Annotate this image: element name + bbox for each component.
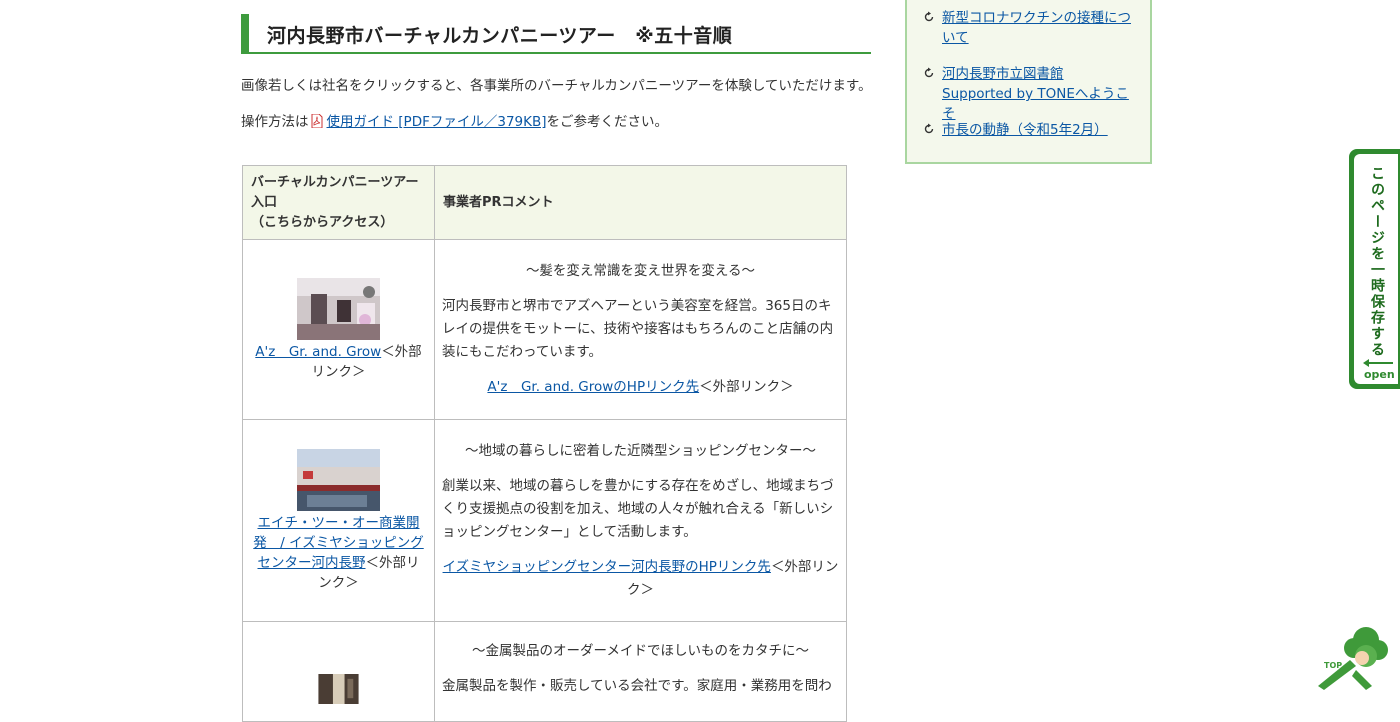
page-heading: 河内長野市バーチャルカンパニーツアー ※五十音順: [241, 14, 871, 54]
company-hp-link[interactable]: イズミヤショッピングセンター河内長野のHPリンク先: [443, 559, 771, 575]
circle-arrow-icon: [924, 67, 934, 78]
external-link-label: ＜外部リンク＞: [699, 379, 794, 395]
page-title: 河内長野市バーチャルカンパニーツアー ※五十音順: [267, 25, 733, 47]
guide-prefix: 操作方法は: [241, 114, 309, 130]
table-row: エイチ・ツー・オー商業開発 / イズミヤショッピングセンター河内長野＜外部リンク…: [242, 419, 847, 622]
table-header-row: バーチャルカンパニーツアー 入口 （こちらからアクセス） 事業者PRコメント: [242, 165, 847, 240]
header-entrance: バーチャルカンパニーツアー 入口 （こちらからアクセス）: [242, 165, 435, 240]
save-page-label: このページを一時保存する: [1369, 166, 1385, 358]
entrance-cell: A'z Gr. and. Grow＜外部リンク＞: [242, 239, 435, 420]
company-hp-link[interactable]: A'z Gr. and. GrowのHPリンク先: [487, 379, 699, 395]
entrance-cell: [242, 621, 435, 722]
company-description: 河内長野市と堺市でアズヘアーという美容室を経営。365日のキレイの提供をモットー…: [442, 298, 834, 360]
table-row: 〜金属製品のオーダーメイドでほしいものをカタチに〜 金属製品を製作・販売している…: [242, 621, 847, 722]
company-link[interactable]: A'z Gr. and. Grow: [255, 344, 381, 360]
pr-cell: 〜金属製品のオーダーメイドでほしいものをカタチに〜 金属製品を製作・販売している…: [434, 621, 847, 722]
entrance-cell: エイチ・ツー・オー商業開発 / イズミヤショッピングセンター河内長野＜外部リンク…: [242, 419, 435, 622]
circle-arrow-icon: [924, 123, 934, 134]
company-tour-table: バーチャルカンパニーツアー 入口 （こちらからアクセス） 事業者PRコメント A…: [242, 165, 847, 722]
sidebar-news: 新型コロナワクチンの接種について 河内長野市立図書館 Supported by …: [905, 0, 1152, 164]
save-page-open-label: open: [1364, 368, 1395, 381]
company-thumbnail[interactable]: [297, 277, 380, 340]
pr-cell: 〜地域の暮らしに密着した近隣型ショッピングセンター〜 創業以来、地域の暮らしを豊…: [434, 419, 847, 622]
header-entrance-line1: バーチャルカンパニーツアー: [251, 174, 419, 190]
company-thumbnail[interactable]: [297, 674, 380, 704]
company-thumbnail[interactable]: [297, 448, 380, 511]
sidebar-link-library[interactable]: 河内長野市立図書館 Supported by TONEへようこそ: [942, 64, 1133, 124]
sidebar-link-vaccine[interactable]: 新型コロナワクチンの接種について: [942, 8, 1133, 48]
sidebar-item: 新型コロナワクチンの接種について: [923, 8, 1133, 48]
sidebar-link-mayor[interactable]: 市長の動静（令和5年2月）: [942, 120, 1133, 140]
header-entrance-line3: （こちらからアクセス）: [251, 214, 394, 230]
pr-cell: 〜髪を変え常識を変え世界を変える〜 河内長野市と堺市でアズヘアーという美容室を経…: [434, 239, 847, 420]
company-tagline: 〜髪を変え常識を変え世界を変える〜: [525, 263, 756, 279]
hp-link-line: イズミヤショッピングセンター河内長野のHPリンク先＜外部リンク＞: [442, 556, 839, 602]
arrow-left-icon: [1363, 359, 1393, 367]
circle-arrow-icon: [924, 11, 934, 22]
company-tagline: 〜金属製品のオーダーメイドでほしいものをカタチに〜: [472, 643, 809, 659]
save-page-tab-body: このページを一時保存する open: [1354, 154, 1398, 384]
company-description: 創業以来、地域の暮らしを豊かにする存在をめざし、地域まちづくり支援拠点の役割を加…: [442, 477, 834, 540]
back-to-top-mascot[interactable]: TOP: [1316, 620, 1390, 690]
guide-suffix: をご参考ください。: [546, 114, 669, 130]
guide-line: 操作方法は 使用ガイド [PDFファイル／379KB]をご参考ください。: [241, 110, 668, 130]
guide-pdf-link[interactable]: 使用ガイド [PDFファイル／379KB]: [327, 114, 547, 130]
hp-link-line: A'z Gr. and. GrowのHPリンク先＜外部リンク＞: [442, 376, 839, 399]
company-tagline: 〜地域の暮らしに密着した近隣型ショッピングセンター〜: [465, 442, 816, 459]
header-pr-comment: 事業者PRコメント: [434, 165, 847, 240]
pdf-icon: [311, 114, 322, 128]
save-page-tab[interactable]: このページを一時保存する open: [1349, 149, 1400, 389]
intro-text: 画像若しくは社名をクリックすると、各事業所のバーチャルカンパニーツアーを体験して…: [241, 78, 872, 94]
mascot-top-label: TOP: [1324, 661, 1342, 670]
header-entrance-line2: 入口: [251, 194, 278, 210]
table-row: A'z Gr. and. Grow＜外部リンク＞ 〜髪を変え常識を変え世界を変え…: [242, 239, 847, 420]
sidebar-item: 市長の動静（令和5年2月）: [923, 120, 1133, 140]
company-description: 金属製品を製作・販売している会社です。家庭用・業務用を問わ: [442, 678, 832, 694]
sidebar-item: 河内長野市立図書館 Supported by TONEへようこそ: [923, 64, 1133, 124]
